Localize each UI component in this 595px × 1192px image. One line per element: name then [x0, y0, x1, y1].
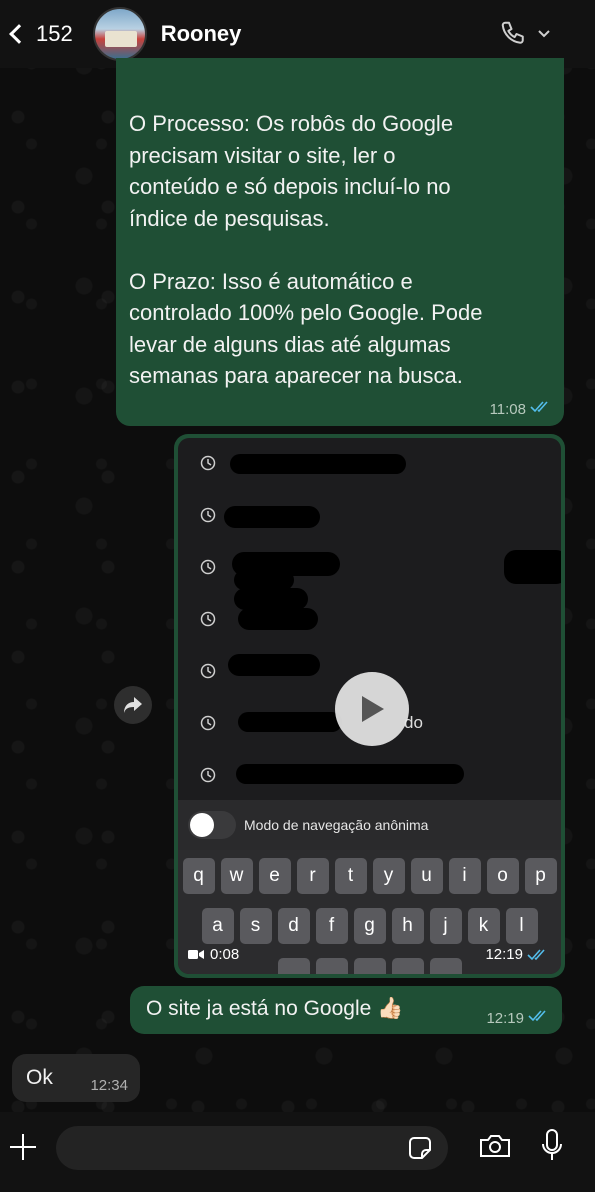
keyboard-key: q: [182, 858, 215, 894]
history-row: [178, 448, 561, 478]
chevron-left-icon: [9, 24, 29, 44]
redaction: [238, 712, 342, 732]
history-row: [178, 500, 561, 530]
clock-icon: [200, 611, 216, 627]
keyboard-key: [315, 958, 348, 974]
message-time: 12:34: [90, 1077, 128, 1094]
redaction: [236, 764, 464, 784]
message-text: Ok: [26, 1066, 53, 1089]
redaction: [224, 506, 320, 528]
incognito-bar: Modo de navegação anônima: [178, 800, 561, 850]
keyboard-key: d: [277, 908, 310, 944]
video-meta: 12:19: [485, 946, 549, 963]
message-text: O site ja está no Google 👍🏻: [146, 997, 404, 1020]
plus-icon[interactable]: [8, 1132, 38, 1162]
video-message[interactable]: do Modo de navegação anônima qwertyuiop …: [174, 434, 565, 978]
back-button[interactable]: 152: [6, 21, 73, 47]
chevron-down-icon: [537, 29, 551, 39]
incognito-toggle: [188, 811, 236, 839]
keyboard-key: [429, 958, 462, 974]
play-icon: [362, 696, 384, 722]
clock-icon: [200, 507, 216, 523]
redaction: [504, 550, 561, 584]
keyboard-key: f: [315, 908, 348, 944]
redaction: [234, 570, 294, 590]
keyboard-key: [391, 958, 424, 974]
keyboard-key: i: [448, 858, 481, 894]
clock-icon: [200, 663, 216, 679]
clock-icon: [200, 715, 216, 731]
keyboard-key: e: [258, 858, 291, 894]
clock-icon: [200, 559, 216, 575]
history-row: [178, 604, 561, 634]
contact-name[interactable]: Rooney: [161, 21, 242, 47]
avatar[interactable]: [92, 7, 147, 61]
message-time: 12:19: [486, 1009, 524, 1027]
message-input[interactable]: [56, 1126, 448, 1170]
keyboard-key: g: [353, 908, 386, 944]
message-meta: 11:08: [490, 400, 552, 418]
redaction: [238, 608, 318, 630]
incognito-label: Modo de navegação anônima: [244, 817, 429, 833]
sticker-icon[interactable]: [406, 1134, 434, 1167]
history-row: [178, 760, 561, 790]
camera-icon[interactable]: [478, 1132, 512, 1165]
message-time: 11:08: [489, 400, 526, 418]
message-text: O Processo: Os robôs do Google precisam …: [129, 111, 483, 388]
message-meta: 12:19: [486, 1009, 550, 1027]
phone-icon: [499, 19, 529, 49]
read-ticks-icon: [528, 1009, 550, 1027]
keyboard-key: p: [524, 858, 557, 894]
redaction: [228, 654, 320, 676]
forward-arrow-icon: [124, 697, 142, 713]
play-button[interactable]: [335, 672, 409, 746]
clock-icon: [200, 767, 216, 783]
duration-text: 0:08: [210, 946, 240, 963]
read-ticks-icon: [530, 400, 552, 418]
keyboard-row: qwertyuiop: [178, 858, 561, 894]
outgoing-message[interactable]: O site ja está no Google 👍🏻 12:19: [130, 986, 562, 1034]
video-duration: 0:08: [188, 946, 239, 963]
keyboard-key: j: [429, 908, 462, 944]
incoming-message[interactable]: Ok 12:34: [12, 1054, 140, 1102]
keyboard-key: [353, 958, 386, 974]
message-time: 12:19: [485, 946, 523, 963]
message-input-bar: [0, 1112, 595, 1192]
keyboard-key: w: [220, 858, 253, 894]
keyboard-key: h: [391, 908, 424, 944]
keyboard-key: l: [505, 908, 538, 944]
keyboard-key: k: [467, 908, 500, 944]
outgoing-message[interactable]: O Processo: Os robôs do Google precisam …: [116, 58, 564, 426]
keyboard-key: u: [410, 858, 443, 894]
call-button[interactable]: [499, 19, 551, 49]
microphone-icon[interactable]: [540, 1128, 564, 1169]
keyboard-key: t: [334, 858, 367, 894]
video-camera-icon: [188, 950, 204, 959]
keyboard-key: r: [296, 858, 329, 894]
redaction: [230, 454, 406, 474]
clock-icon: [200, 455, 216, 471]
keyboard-row: asdfghjkl: [178, 908, 561, 944]
keyboard-key: o: [486, 858, 519, 894]
forward-button[interactable]: [114, 686, 152, 724]
read-ticks-icon: [527, 948, 545, 960]
unread-count: 152: [36, 21, 73, 46]
keyboard-key: a: [201, 908, 234, 944]
keyboard-key: s: [239, 908, 272, 944]
video-thumbnail[interactable]: do Modo de navegação anônima qwertyuiop …: [178, 438, 561, 974]
keyboard-key: [277, 958, 310, 974]
keyboard-key: y: [372, 858, 405, 894]
